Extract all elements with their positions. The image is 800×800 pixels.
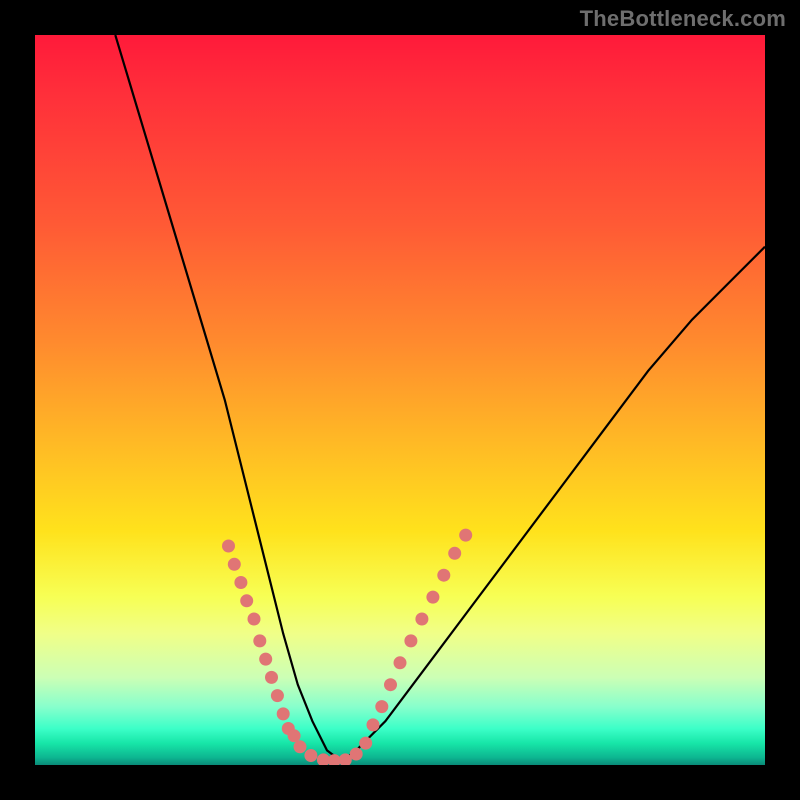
marker-dot — [448, 547, 461, 560]
marker-dot — [277, 707, 290, 720]
marker-dot — [350, 748, 363, 761]
bottleneck-curve — [115, 35, 765, 761]
marker-dot — [240, 594, 253, 607]
marker-dot — [259, 653, 272, 666]
marker-dot — [248, 613, 261, 626]
marker-dot — [265, 671, 278, 684]
marker-dot — [288, 729, 301, 742]
marker-dot — [271, 689, 284, 702]
plot-area — [35, 35, 765, 765]
marker-dot — [394, 656, 407, 669]
marker-dot — [228, 558, 241, 571]
watermark-text: TheBottleneck.com — [580, 6, 786, 32]
marker-dot — [294, 740, 307, 753]
marker-dot — [459, 529, 472, 542]
marker-dot — [437, 569, 450, 582]
marker-dot — [253, 634, 266, 647]
marker-dot — [304, 749, 317, 762]
chart-svg — [35, 35, 765, 765]
marker-dot — [415, 613, 428, 626]
highlight-dots — [222, 529, 472, 765]
marker-dot — [375, 700, 388, 713]
marker-dot — [367, 718, 380, 731]
marker-dot — [404, 634, 417, 647]
marker-dot — [317, 753, 330, 765]
marker-dot — [359, 737, 372, 750]
marker-dot — [234, 576, 247, 589]
marker-dot — [384, 678, 397, 691]
marker-dot — [222, 540, 235, 553]
chart-frame: TheBottleneck.com — [0, 0, 800, 800]
marker-dot — [426, 591, 439, 604]
